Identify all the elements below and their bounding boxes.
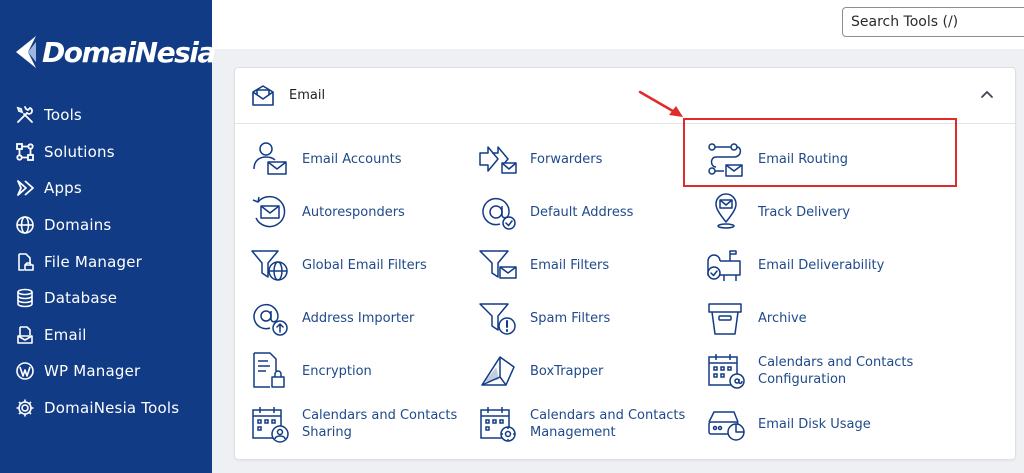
tool-email-disk-usage[interactable]: Email Disk Usage [706, 402, 926, 446]
tool-calendars-sharing[interactable]: Calendars and Contacts Sharing [250, 402, 470, 446]
solutions-icon [14, 141, 36, 163]
email-filters-icon [479, 250, 517, 279]
sidebar-item-file-manager[interactable]: File Manager [14, 243, 209, 280]
disk-usage-icon [708, 411, 745, 441]
tool-calendars-management[interactable]: Calendars and Contacts Management [478, 402, 698, 446]
brand-logo[interactable]: DomaiNesia [14, 34, 216, 70]
sidebar-item-email[interactable]: Email [14, 317, 209, 354]
brand-name: DomaiNesia [42, 35, 216, 69]
top-bar [212, 0, 1024, 49]
tool-email-accounts[interactable]: Email Accounts [250, 137, 470, 181]
tool-encryption[interactable]: Encryption [250, 349, 470, 393]
sidebar-item-solutions[interactable]: Solutions [14, 134, 209, 171]
tool-address-importer[interactable]: Address Importer [250, 296, 470, 340]
global-filters-icon [251, 250, 288, 281]
autoresponders-icon [252, 195, 286, 228]
search-input[interactable] [842, 7, 1024, 37]
tool-email-deliverability[interactable]: Email Deliverability [706, 243, 926, 287]
address-importer-icon [253, 303, 288, 336]
tool-archive[interactable]: Archive [706, 296, 926, 340]
email-routing-icon [708, 143, 743, 177]
calendar-config-icon [708, 354, 745, 389]
sidebar-item-database[interactable]: Database [14, 280, 209, 317]
sidebar: DomaiNesia Tools Solutions Apps Domains [0, 0, 216, 473]
calendar-sharing-icon [252, 407, 289, 443]
apps-icon [14, 177, 36, 199]
tool-email-routing[interactable]: Email Routing [706, 137, 926, 181]
globe-icon [14, 214, 36, 236]
sidebar-item-tools[interactable]: Tools [14, 97, 209, 134]
email-accounts-icon [253, 142, 287, 175]
panel-header[interactable]: Email [235, 68, 1015, 124]
tool-forwarders[interactable]: Forwarders [478, 137, 698, 181]
tool-calendars-config[interactable]: Calendars and Contacts Configuration [706, 349, 926, 393]
spam-filters-icon [479, 303, 516, 335]
forwarders-icon [479, 146, 517, 174]
tools-icon [14, 104, 36, 126]
track-delivery-icon [715, 193, 737, 229]
email-section-icon [252, 84, 274, 106]
sidebar-item-apps[interactable]: Apps [14, 170, 209, 207]
tool-autoresponders[interactable]: Autoresponders [250, 190, 470, 234]
tool-default-address[interactable]: Default Address [478, 190, 698, 234]
sidebar-item-wp-manager[interactable]: WP Manager [14, 353, 209, 390]
tool-global-email-filters[interactable]: Global Email Filters [250, 243, 470, 287]
email-icon [14, 324, 36, 346]
boxtrapper-icon [481, 356, 515, 386]
panel-title: Email [289, 88, 326, 103]
archive-icon [708, 303, 742, 335]
chevron-up-icon[interactable] [979, 87, 995, 103]
tool-boxtrapper[interactable]: BoxTrapper [478, 349, 698, 393]
calendar-management-icon [480, 407, 516, 442]
tool-email-filters[interactable]: Email Filters [478, 243, 698, 287]
logo-mark-icon [16, 36, 36, 68]
tool-spam-filters[interactable]: Spam Filters [478, 296, 698, 340]
deliverability-icon [707, 250, 741, 281]
database-icon [14, 287, 36, 309]
encryption-icon [253, 352, 285, 388]
default-address-icon [482, 197, 516, 230]
file-manager-icon [14, 251, 36, 273]
sidebar-item-domains[interactable]: Domains [14, 207, 209, 244]
tool-track-delivery[interactable]: Track Delivery [706, 190, 926, 234]
gear-icon [14, 397, 36, 419]
sidebar-nav: Tools Solutions Apps Domains File Manage… [14, 97, 209, 426]
sidebar-item-domainesia-tools[interactable]: DomaiNesia Tools [14, 390, 209, 427]
wordpress-icon [14, 360, 36, 382]
